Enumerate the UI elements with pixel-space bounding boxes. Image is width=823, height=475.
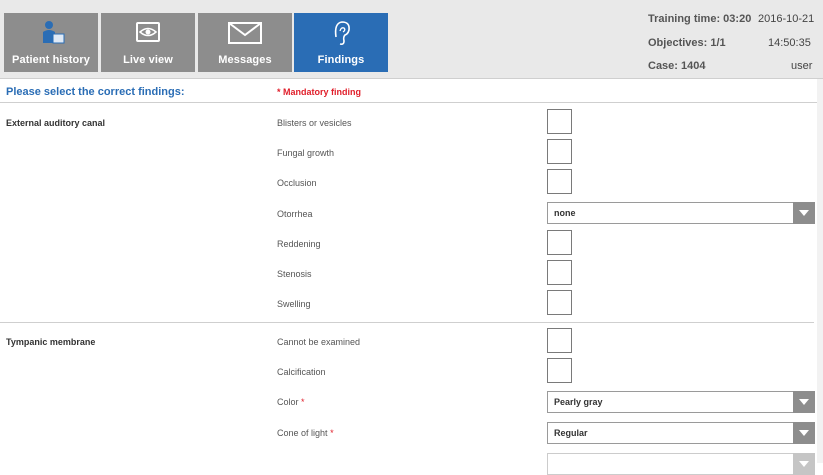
finding-label: Stenosis [277,269,312,279]
checkbox-cannot-be-examined[interactable] [547,328,572,353]
checkbox-fungal-growth[interactable] [547,139,572,164]
finding-label: Fungal growth [277,148,335,158]
tab-label: Patient history [12,54,90,66]
patient-history-icon [43,21,65,44]
user-name: user [791,60,813,72]
select-next-partial[interactable] [547,453,815,475]
time: 14:50:35 [768,37,811,49]
chevron-down-icon[interactable] [793,202,815,224]
section-label-external-auditory-canal: External auditory canal [6,118,106,128]
finding-label: Otorrhea [277,209,313,219]
checkbox-blisters-or-vesicles[interactable] [547,109,572,134]
mandatory-note: * Mandatory finding [277,87,361,97]
checkbox-occlusion[interactable] [547,169,572,194]
tab-live-view[interactable]: Live view [101,13,195,72]
case-number: Case: 1404 [648,60,706,72]
chevron-down-icon[interactable] [793,391,815,413]
date: 2016-10-21 [758,13,815,25]
finding-label-color: Color * [277,397,305,407]
envelope-icon [228,22,262,44]
tab-patient-history[interactable]: Patient history [4,13,98,72]
finding-label: Swelling [277,299,311,309]
scrollbar[interactable] [817,79,823,463]
checkbox-calcification[interactable] [547,358,572,383]
finding-label: Reddening [277,239,321,249]
finding-label: Calcification [277,367,326,377]
findings-header: Please select the correct findings: * Ma… [0,79,823,103]
finding-label: Occlusion [277,178,317,188]
tab-label: Findings [317,54,365,66]
finding-label-cone-of-light: Cone of light * [277,428,334,438]
section-label-tympanic-membrane: Tympanic membrane [6,337,96,347]
eye-icon [136,22,160,42]
tab-messages[interactable]: Messages [198,13,292,72]
checkbox-swelling[interactable] [547,290,572,315]
findings-panel: Please select the correct findings: * Ma… [0,79,823,475]
tab-label: Live view [123,54,173,66]
tab-label: Messages [218,54,272,66]
training-time: Training time: 03:20 [648,13,752,25]
select-cone-of-light[interactable]: Regular [547,422,815,444]
finding-label-text: Cone of light [277,428,328,438]
required-mark: * [301,397,305,407]
checkbox-stenosis[interactable] [547,260,572,285]
finding-label-text: Color [277,397,299,407]
checkbox-reddening[interactable] [547,230,572,255]
chevron-down-icon[interactable] [793,453,815,475]
select-value: Pearly gray [554,397,603,407]
section-divider [0,322,814,323]
select-otorrhea[interactable]: none [547,202,815,224]
chevron-down-icon[interactable] [793,422,815,444]
select-value: none [554,208,576,218]
tab-findings[interactable]: Findings [294,13,388,72]
top-toolbar: Patient history Live view Messages Findi… [0,0,823,79]
finding-label: Cannot be examined [277,337,361,347]
page-title: Please select the correct findings: [6,86,185,98]
ear-icon [334,21,350,45]
objectives: Objectives: 1/1 [648,37,726,49]
required-mark: * [330,428,334,438]
select-value: Regular [554,428,588,438]
select-color[interactable]: Pearly gray [547,391,815,413]
finding-label: Blisters or vesicles [277,118,352,128]
